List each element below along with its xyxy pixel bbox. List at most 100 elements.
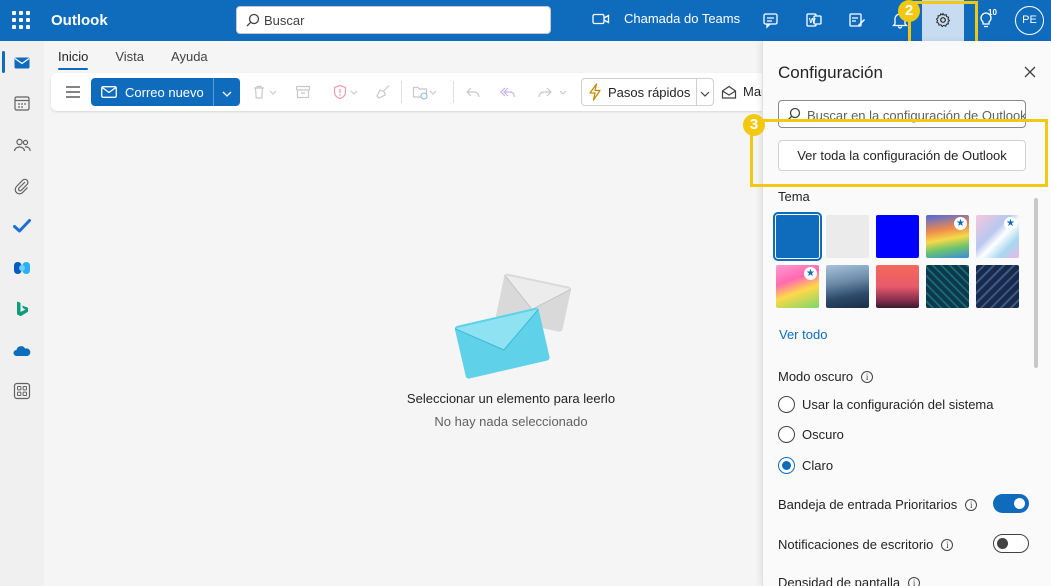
desktop-notifications-toggle[interactable] (993, 534, 1029, 553)
teams-call-label: Chamada do Teams (624, 11, 741, 26)
teams-call-button[interactable]: Chamada do Teams (592, 11, 740, 26)
archive-icon[interactable] (295, 84, 311, 100)
theme-swatch-mountain[interactable] (826, 265, 869, 308)
dark-mode-section: Modo oscuro i (778, 369, 874, 384)
info-icon[interactable]: i (941, 539, 954, 551)
ribbon-toolbar: Correo nuevo Pasos rápidos Mar (51, 73, 771, 111)
hamburger-menu-icon[interactable] (66, 86, 80, 98)
info-icon[interactable]: i (908, 577, 921, 586)
attachment-icon[interactable] (13, 177, 31, 195)
new-mail-label: Correo nuevo (125, 84, 204, 100)
theme-swatch-circuit[interactable] (926, 265, 969, 308)
focused-inbox-row: Bandeja de entrada Prioritarios i (778, 494, 1029, 513)
radio-light[interactable]: Claro (778, 457, 833, 474)
more-apps-icon[interactable] (13, 382, 31, 400)
mail-icon[interactable] (13, 54, 31, 72)
sweep-broom-icon[interactable] (375, 84, 391, 100)
theme-see-all-link[interactable]: Ver todo (779, 327, 827, 342)
todo-icon[interactable] (13, 217, 31, 235)
theme-section-title: Tema (778, 189, 810, 204)
app-rail (0, 41, 44, 586)
premium-star-icon: ★ (1004, 217, 1017, 230)
bing-icon[interactable] (13, 300, 31, 318)
empty-state-subtitle: No hay nada seleccionado (434, 414, 588, 429)
settings-scrollbar[interactable] (1034, 198, 1038, 368)
theme-swatch-rainbow-waves[interactable]: ★ (926, 215, 969, 258)
quick-steps-button[interactable]: Pasos rápidos (582, 79, 698, 105)
info-icon[interactable]: i (965, 499, 978, 511)
envelope-icon (101, 86, 117, 98)
mark-read-button[interactable]: Mar (721, 84, 765, 99)
step-2-badge: 2 (898, 0, 920, 22)
dark-mode-title: Modo oscuro (778, 369, 854, 384)
radio-dark[interactable]: Oscuro (778, 426, 844, 443)
onedrive-icon[interactable] (13, 342, 31, 360)
notes-edit-icon[interactable] (848, 11, 866, 29)
move-to-folder-icon[interactable] (412, 84, 428, 100)
search-icon (246, 13, 260, 27)
new-mail-button[interactable]: Correo nuevo (91, 78, 214, 106)
density-title: Densidad de pantalla (778, 575, 901, 586)
new-mail-dropdown[interactable] (214, 85, 240, 100)
premium-star-icon: ★ (954, 217, 967, 230)
desktop-notifications-row: Notificaciones de escritorio i (778, 534, 1029, 553)
radio-label: Usar la configuración del sistema (802, 397, 994, 412)
chat-icon[interactable] (762, 11, 780, 29)
theme-grid: ★ ★ ★ (773, 212, 1026, 308)
theme-swatch-bright-blue[interactable] (876, 215, 919, 258)
close-icon[interactable] (1022, 64, 1038, 80)
forward-chevron-icon[interactable] (559, 84, 567, 100)
tips-count-badge: 10 (988, 8, 997, 17)
tab-vista[interactable]: Vista (115, 49, 144, 64)
report-chevron-icon[interactable] (350, 84, 358, 100)
ribbon-tabs: Inicio Vista Ayuda (58, 49, 208, 70)
step-3-highlight (750, 119, 1048, 187)
quick-steps-split-button: Pasos rápidos (581, 78, 715, 106)
radio-circle-selected (778, 457, 795, 474)
theme-swatch-unicorn[interactable]: ★ (776, 265, 819, 308)
people-icon[interactable] (13, 136, 31, 154)
reply-icon[interactable] (465, 84, 481, 100)
ribbon-divider (401, 81, 402, 103)
new-mail-split-button: Correo nuevo (91, 78, 240, 106)
forward-icon[interactable] (537, 84, 553, 100)
delete-icon[interactable] (251, 84, 267, 100)
lightning-icon (589, 83, 601, 101)
theme-swatch-circuit-dark[interactable] (976, 265, 1019, 308)
top-bar: Outlook Chamada do Teams W 2 10 PE (0, 0, 1051, 54)
ribbon-divider (453, 81, 454, 103)
svg-text:W: W (809, 18, 816, 25)
search-box[interactable] (236, 6, 551, 34)
density-section: Densidad de pantalla i (778, 575, 921, 586)
envelope-open-icon (721, 85, 737, 99)
theme-swatch-light-gray[interactable] (826, 215, 869, 258)
avatar[interactable]: PE (1015, 6, 1044, 35)
app-title[interactable]: Outlook (51, 12, 108, 29)
chevron-down-icon (700, 91, 710, 97)
radio-system-setting[interactable]: Usar la configuración del sistema (778, 396, 993, 413)
report-shield-icon[interactable] (332, 84, 348, 100)
quick-steps-dropdown[interactable] (697, 85, 713, 100)
chevron-down-icon (222, 91, 232, 97)
info-icon[interactable]: i (861, 371, 874, 383)
viva-engage-icon[interactable] (13, 259, 31, 277)
app-launcher-icon[interactable] (12, 11, 30, 29)
theme-swatch-pastel-swirl[interactable]: ★ (976, 215, 1019, 258)
desktop-notifications-label: Notificaciones de escritorio (778, 537, 934, 552)
premium-star-icon: ★ (804, 267, 817, 280)
search-input[interactable] (264, 11, 544, 30)
video-camera-icon (592, 13, 610, 24)
move-chevron-icon[interactable] (429, 84, 437, 100)
tab-ayuda[interactable]: Ayuda (171, 49, 208, 64)
tab-inicio[interactable]: Inicio (58, 49, 89, 70)
empty-state-title: Seleccionar un elemento para leerlo (406, 391, 616, 406)
focused-inbox-toggle[interactable] (993, 494, 1029, 513)
step-3-badge: 3 (743, 114, 765, 136)
theme-swatch-palms-sunset[interactable] (876, 265, 919, 308)
delete-chevron-icon[interactable] (269, 84, 277, 100)
office-icon[interactable]: W (805, 11, 823, 29)
calendar-icon[interactable] (13, 94, 31, 112)
reply-all-icon[interactable] (500, 84, 516, 100)
focused-inbox-label: Bandeja de entrada Prioritarios (778, 497, 958, 512)
theme-swatch-blue[interactable] (773, 212, 822, 261)
